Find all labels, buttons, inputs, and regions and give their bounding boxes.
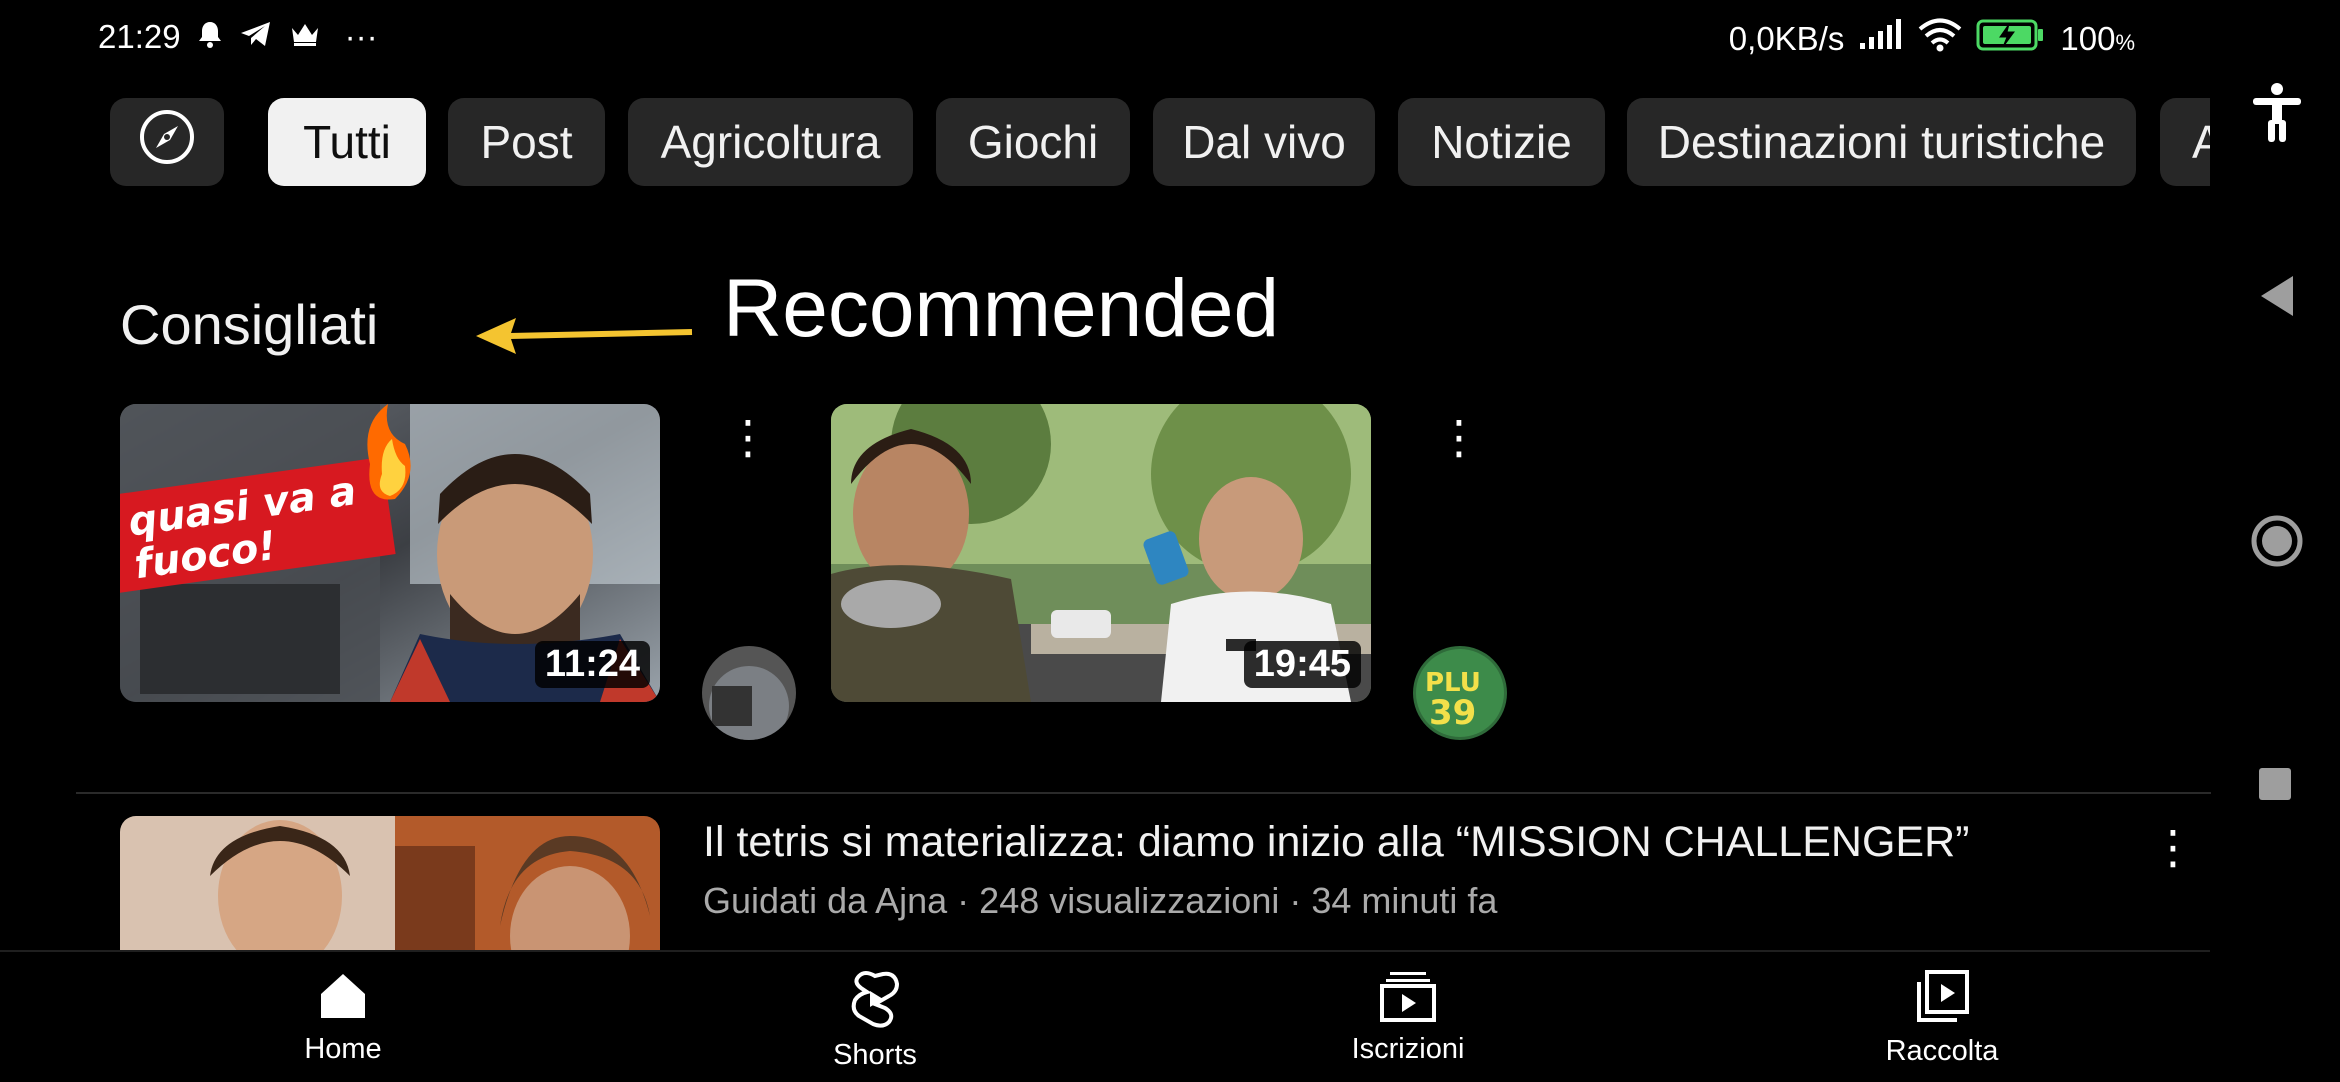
annotation-arrow-icon — [470, 310, 695, 365]
duration-badge: 19:45 — [1243, 641, 1361, 688]
chip-tutti[interactable]: Tutti — [268, 98, 426, 186]
telegram-icon — [239, 18, 273, 56]
chip-giochi[interactable]: Giochi — [936, 98, 1130, 186]
channel-avatar[interactable] — [702, 646, 796, 740]
filter-chip-bar: Tutti Post Agricoltura Giochi Dal vivo N… — [0, 98, 2210, 188]
nav-label: Iscrizioni — [1351, 1033, 1465, 1065]
video-thumbnail[interactable]: 19:45 — [831, 404, 1371, 702]
chip-notizie[interactable]: Notizie — [1398, 98, 1605, 186]
explore-button[interactable] — [110, 98, 224, 186]
status-bar: 21:29 ··· 0,0KB/s 100% — [0, 0, 2215, 80]
chip-agricoltura[interactable]: Agricoltura — [628, 98, 913, 186]
status-left: 21:29 ··· — [98, 18, 378, 56]
crown-icon — [289, 18, 321, 56]
bottom-navigation: Home Shorts Iscrizioni Raccolta — [0, 950, 2210, 1082]
nav-label: Home — [304, 1033, 382, 1065]
section-title: Consigliati — [120, 293, 379, 356]
nav-library[interactable]: Raccolta — [1842, 970, 2042, 1068]
status-right: 0,0KB/s 100% — [1729, 18, 2135, 60]
chip-dal-vivo[interactable]: Dal vivo — [1153, 98, 1375, 186]
net-speed: 0,0KB/s — [1728, 20, 1845, 57]
video-thumbnail[interactable]: quasi va a fuoco! 11:24 — [120, 404, 660, 702]
battery-percent: 100% — [2060, 20, 2135, 57]
compass-icon — [138, 108, 196, 177]
home-icon — [317, 970, 369, 1027]
library-icon — [1915, 970, 1969, 1029]
nav-home[interactable]: Home — [243, 970, 443, 1066]
channel-avatar[interactable]: PLU 39 — [1413, 646, 1507, 740]
system-navigation-bar — [2215, 0, 2340, 1080]
chip-partial[interactable]: A — [2160, 98, 2210, 186]
annotation-label: Recommended — [723, 263, 1280, 354]
wifi-icon — [1918, 18, 1962, 60]
section-divider — [76, 792, 2211, 794]
video-title[interactable]: Il tetris si materializza: diamo inizio … — [703, 818, 1969, 867]
avatar-text-line2: 39 — [1429, 693, 1476, 733]
nav-label: Raccolta — [1885, 1035, 1999, 1067]
more-options-icon[interactable]: ⋮ — [2150, 820, 2196, 874]
recents-icon[interactable] — [2257, 766, 2293, 807]
bell-icon — [197, 18, 223, 56]
accessibility-icon[interactable] — [2245, 80, 2309, 149]
signal-icon — [1858, 19, 1904, 59]
home-button-icon[interactable] — [2249, 513, 2305, 574]
nav-label: Shorts — [833, 1039, 917, 1071]
shorts-icon — [849, 970, 901, 1033]
duration-badge: 11:24 — [534, 641, 650, 688]
video-thumbnail[interactable] — [120, 816, 660, 950]
more-options-icon[interactable]: ⋮ — [1436, 414, 1482, 460]
nav-subscriptions[interactable]: Iscrizioni — [1308, 970, 1508, 1066]
chip-post[interactable]: Post — [448, 98, 605, 186]
video-meta: Guidati da Ajna · 248 visualizzazioni · … — [703, 880, 1498, 921]
more-options-icon[interactable]: ⋮ — [725, 414, 771, 460]
clock: 21:29 — [98, 18, 181, 55]
back-icon[interactable] — [2257, 272, 2297, 325]
chip-destinazioni-turistiche[interactable]: Destinazioni turistiche — [1627, 98, 2136, 186]
subscriptions-icon — [1380, 970, 1436, 1027]
nav-shorts[interactable]: Shorts — [775, 970, 975, 1072]
more-notifications-icon: ··· — [344, 18, 378, 55]
battery-icon — [1976, 18, 2046, 60]
